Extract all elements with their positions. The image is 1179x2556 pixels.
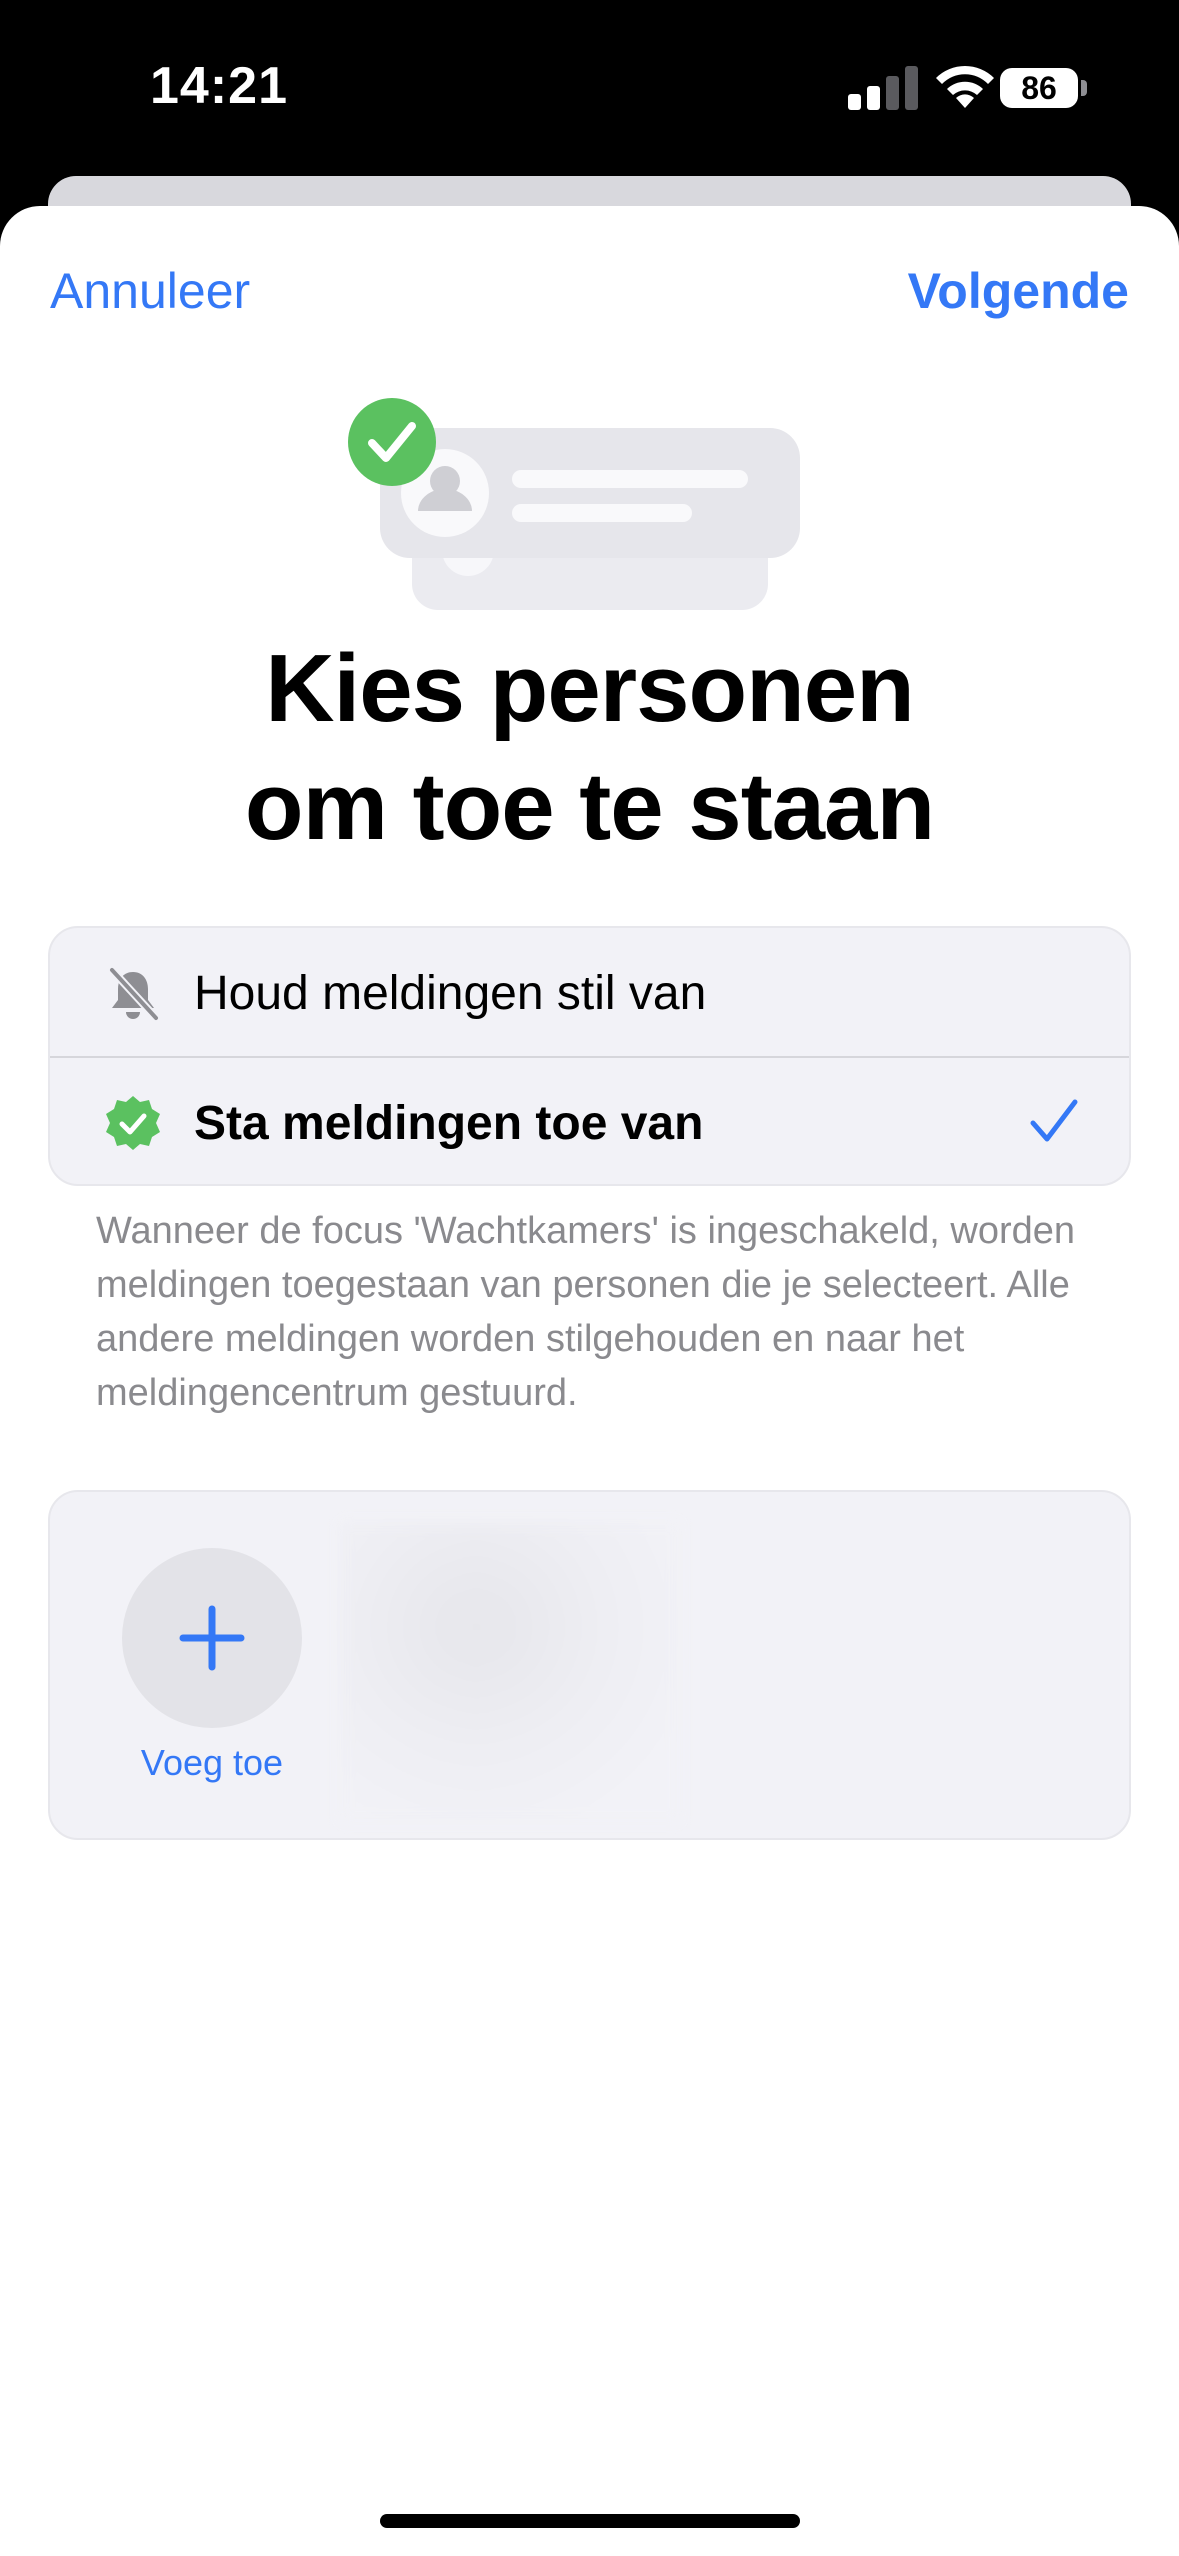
battery-cap — [1081, 80, 1087, 96]
add-person-button[interactable] — [122, 1548, 302, 1728]
blurred-contact[interactable] — [340, 1522, 680, 1822]
option-label: Sta meldingen toe van — [194, 1097, 704, 1150]
focus-description: Wanneer de focus 'Wachtkamers' is ingesc… — [96, 1210, 1076, 1414]
battery-level: 86 — [1000, 68, 1078, 108]
page-title: Kies personen om toe te staan — [0, 630, 1179, 866]
bell-slash-icon — [109, 967, 159, 1021]
add-person-label[interactable]: Voeg toe — [92, 1742, 332, 1784]
green-check-badge-icon — [106, 1096, 160, 1150]
screen: 14:21 86 Annuleer Volgende Kies personen… — [0, 0, 1179, 2556]
allowed-people-illustration-icon — [348, 398, 800, 610]
cancel-button[interactable]: Annuleer — [50, 262, 250, 320]
status-icons: 86 — [840, 62, 1100, 112]
plus-icon — [179, 1605, 245, 1671]
page-title-line-2: om toe te staan — [244, 753, 935, 860]
option-allow-notifications[interactable]: Sta meldingen toe van — [50, 1058, 1129, 1186]
status-time: 14:21 — [150, 57, 288, 115]
home-indicator — [380, 2514, 800, 2528]
next-button[interactable]: Volgende — [908, 262, 1129, 320]
wifi-icon — [936, 65, 994, 108]
allowed-people-list: Voeg toe — [48, 1490, 1131, 1840]
cellular-signal-icon — [848, 66, 918, 110]
page-title-line-1: Kies personen — [265, 635, 915, 742]
notification-options: Houd meldingen stil van Sta meldingen to… — [48, 926, 1131, 1186]
option-label: Houd meldingen stil van — [194, 967, 707, 1020]
checkmark-icon — [1030, 1099, 1078, 1142]
option-silence-notifications[interactable]: Houd meldingen stil van — [50, 928, 1129, 1056]
